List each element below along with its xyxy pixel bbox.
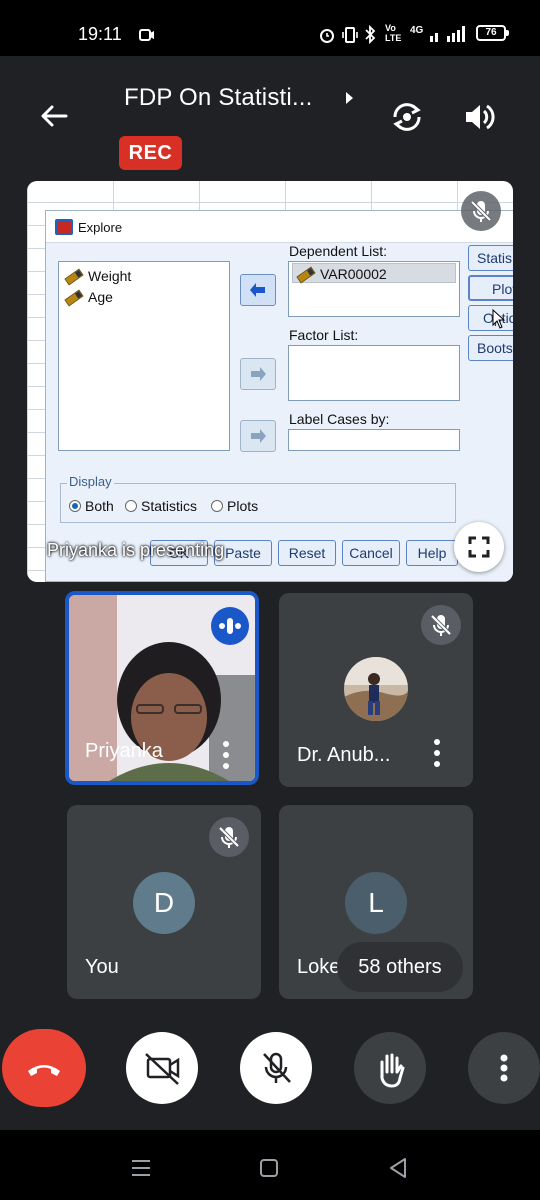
mouse-cursor-icon <box>492 309 506 329</box>
more-vert-icon <box>500 1054 508 1082</box>
move-to-label-button <box>240 420 276 452</box>
participant-name: Priyanka <box>85 740 163 762</box>
app-icon <box>55 219 73 235</box>
mic-off-badge <box>421 605 461 645</box>
speaker-icon[interactable] <box>462 100 496 134</box>
mic-off-badge <box>461 191 501 231</box>
presentation-tile[interactable]: Explore Weight Age Dependent List: VAR00… <box>27 181 513 582</box>
plots-button: Plot <box>468 275 513 301</box>
radio-label: Statistics <box>141 498 198 514</box>
screen-record-icon <box>139 29 154 41</box>
variable-label: Weight <box>88 268 132 284</box>
variable-item: Weight <box>64 268 132 286</box>
bootstrap-button: Boots <box>468 335 513 361</box>
arrow-right-icon <box>251 429 266 443</box>
recent-apps-icon[interactable] <box>130 1158 152 1178</box>
label-cases-label: Label Cases by: <box>289 411 390 427</box>
variable-label: Age <box>88 289 113 305</box>
avatar: D <box>133 872 195 934</box>
fullscreen-icon <box>468 536 490 558</box>
help-button: Help <box>406 540 458 566</box>
source-variable-list: Weight Age <box>58 261 230 451</box>
others-count-chip[interactable]: 58 others <box>337 942 463 992</box>
recording-badge: REC <box>119 136 182 170</box>
speaking-indicator <box>211 607 249 645</box>
back-nav-icon[interactable] <box>388 1157 408 1179</box>
system-nav-bar <box>0 1130 540 1200</box>
more-options-button[interactable] <box>468 1032 540 1104</box>
label-cases-field <box>288 429 460 451</box>
camera-off-icon <box>145 1053 180 1085</box>
end-call-button[interactable] <box>2 1029 86 1107</box>
chevron-right-icon[interactable] <box>342 90 356 106</box>
display-label: Display <box>67 474 114 489</box>
participant-tile-priyanka[interactable]: Priyanka <box>65 591 259 785</box>
dependent-list-label: Dependent List: <box>289 243 388 259</box>
raise-hand-button[interactable] <box>354 1032 426 1104</box>
mic-off-icon <box>218 826 240 848</box>
audio-level-icon <box>219 618 241 634</box>
mic-off-badge <box>209 817 249 857</box>
radio-both: Both <box>69 498 114 514</box>
avatar-photo <box>344 657 408 721</box>
status-time: 19:11 <box>78 24 122 44</box>
alarm-icon <box>320 29 334 43</box>
participant-name: You <box>85 956 119 978</box>
bluetooth-icon <box>365 25 376 44</box>
scale-variable-icon <box>64 289 84 307</box>
reset-button: Reset <box>278 540 336 566</box>
variable-item: Age <box>64 289 113 307</box>
switch-camera-icon[interactable] <box>388 98 426 136</box>
fullscreen-button[interactable] <box>454 522 504 572</box>
display-group: Display Both Statistics Plots <box>60 474 456 523</box>
arrow-left-icon <box>250 283 265 297</box>
dialog-titlebar: Explore <box>46 211 513 243</box>
radio-label: Both <box>85 498 114 514</box>
dependent-list-item: VAR00002 <box>292 263 456 284</box>
raise-hand-icon <box>380 1053 405 1088</box>
radio-checked-icon <box>69 500 81 512</box>
participant-name: Dr. Anub... <box>297 744 391 766</box>
camera-toggle-button[interactable] <box>126 1032 198 1104</box>
radio-label: Plots <box>227 498 259 514</box>
cancel-button: Cancel <box>342 540 400 566</box>
factor-list <box>288 345 460 401</box>
mic-off-icon <box>470 200 492 222</box>
explore-dialog: Explore Weight Age Dependent List: VAR00… <box>45 210 513 582</box>
participant-tile-anub[interactable]: Dr. Anub... <box>279 593 473 787</box>
scale-variable-icon <box>296 266 316 284</box>
battery-indicator: 76 <box>476 25 509 41</box>
scale-variable-icon <box>64 268 84 286</box>
participant-tile-you[interactable]: D You <box>67 805 261 999</box>
radio-unchecked-icon <box>211 500 223 512</box>
arrow-right-icon <box>251 367 266 381</box>
dependent-variable-label: VAR00002 <box>320 266 387 282</box>
factor-list-label: Factor List: <box>289 327 359 343</box>
mic-toggle-button[interactable] <box>240 1032 312 1104</box>
statistics-button: Statis <box>468 245 513 271</box>
move-to-factor-button <box>240 358 276 390</box>
options-button: Optio <box>468 305 513 331</box>
dialog-title: Explore <box>78 220 123 235</box>
more-options-icon[interactable] <box>222 741 230 769</box>
home-icon[interactable] <box>259 1158 279 1178</box>
radio-unchecked-icon <box>125 500 137 512</box>
radio-statistics: Statistics <box>125 498 197 514</box>
presenting-label: Priyanka is presenting <box>47 540 225 560</box>
volte-icon: Vo LTE <box>385 23 402 43</box>
status-bar: 19:11 Vo LTE 4G 76 <box>0 0 540 56</box>
back-arrow-icon[interactable] <box>36 98 72 134</box>
meeting-title[interactable]: FDP On Statisti... <box>124 84 313 112</box>
mic-off-icon <box>263 1052 291 1083</box>
signal-icon <box>430 26 465 42</box>
vibrate-icon <box>342 27 358 43</box>
move-to-dependent-button <box>240 274 276 306</box>
mic-off-icon <box>430 614 452 636</box>
radio-plots: Plots <box>211 498 258 514</box>
end-call-icon <box>28 1065 60 1076</box>
avatar: L <box>345 872 407 934</box>
network-label: 4G <box>410 25 424 36</box>
more-options-icon[interactable] <box>433 739 441 767</box>
